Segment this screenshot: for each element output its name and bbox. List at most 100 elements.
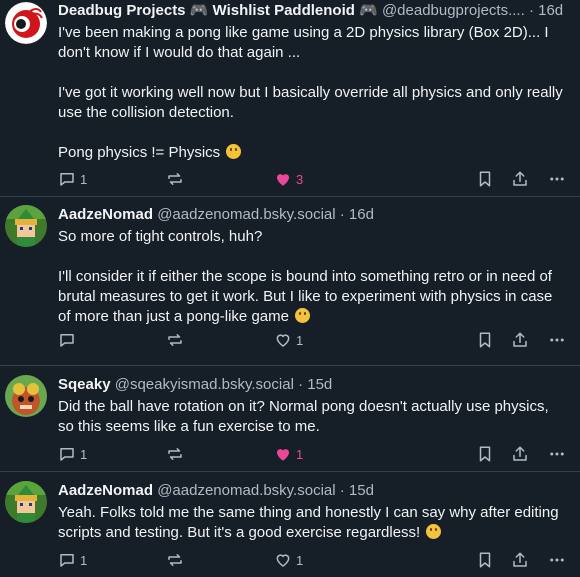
separator: ·	[528, 2, 534, 19]
post-paragraph: I've got it working well now but I basic…	[58, 84, 563, 121]
reply-button[interactable]: 1	[58, 551, 87, 569]
post-paragraph: Yeah. Folks told me the same thing and h…	[58, 504, 559, 541]
more-dots-icon	[550, 558, 564, 562]
separator: ·	[298, 376, 304, 393]
grin-emoji-icon	[426, 524, 442, 539]
avatar[interactable]	[5, 481, 47, 523]
reply-button[interactable]	[58, 331, 80, 349]
thread-feed: Deadbug Projects 🎮 Wishlist Paddlenoid 🎮…	[0, 0, 580, 577]
post-paragraph: So more of tight controls, huh?	[58, 228, 263, 245]
bookmark-button[interactable]	[476, 331, 494, 349]
squirrel-avatar	[5, 375, 47, 417]
more-options-button[interactable]	[547, 445, 567, 463]
more-options-button[interactable]	[547, 331, 567, 349]
bookmark-icon	[479, 171, 491, 187]
action-bar: 1 1	[58, 549, 568, 571]
post[interactable]: AadzeNomad @aadzenomad.bsky.social · 15d…	[0, 472, 580, 577]
separator: ·	[339, 482, 345, 499]
like-count: 1	[296, 446, 304, 462]
author-name[interactable]: AadzeNomad	[58, 482, 153, 499]
post-text: So more of tight controls, huh? I'll con…	[58, 227, 568, 327]
share-button[interactable]	[511, 551, 529, 569]
post[interactable]: AadzeNomad @aadzenomad.bsky.social · 16d…	[0, 197, 580, 366]
reply-count: 1	[80, 552, 88, 568]
like-button[interactable]: 1	[274, 331, 303, 349]
post[interactable]: Sqeaky @sqeakyismad.bsky.social · 15d Di…	[0, 366, 580, 472]
post-text: Yeah. Folks told me the same thing and h…	[58, 503, 568, 543]
repost-icon	[168, 173, 182, 185]
author-name[interactable]: AadzeNomad	[58, 206, 153, 223]
author-handle[interactable]: @aadzenomad.bsky.social	[157, 482, 335, 499]
author-name[interactable]: Sqeaky	[58, 376, 111, 393]
share-button[interactable]	[511, 331, 529, 349]
share-button[interactable]	[511, 445, 529, 463]
reply-button[interactable]: 1	[58, 445, 87, 463]
more-options-button[interactable]	[547, 170, 567, 188]
author-name[interactable]: Deadbug Projects 🎮 Wishlist Paddlenoid 🎮	[58, 2, 378, 19]
share-icon	[513, 446, 527, 461]
bookmark-icon	[479, 446, 491, 462]
share-button[interactable]	[511, 170, 529, 188]
more-dots-icon	[550, 452, 564, 456]
heart-outline-icon	[276, 334, 290, 347]
reply-icon	[60, 448, 74, 461]
reply-icon	[60, 334, 74, 347]
deadbug-logo	[5, 2, 47, 44]
yum-emoji-icon	[295, 308, 311, 323]
share-icon	[513, 171, 527, 186]
reply-icon	[60, 554, 74, 567]
bookmark-button[interactable]	[476, 551, 494, 569]
reply-icon	[60, 173, 74, 186]
pixel-avatar	[5, 481, 47, 523]
repost-icon	[168, 554, 182, 566]
reply-button[interactable]: 1	[58, 170, 87, 188]
like-button[interactable]: 3	[274, 170, 303, 188]
reply-count: 1	[80, 446, 88, 462]
repost-button[interactable]	[166, 551, 184, 569]
author-handle[interactable]: @sqeakyismad.bsky.social	[115, 376, 294, 393]
post-time[interactable]: 16d	[349, 206, 374, 223]
more-dots-icon	[550, 338, 564, 342]
post-text: I've been making a pong like game using …	[58, 23, 568, 163]
post-paragraph: Pong physics != Physics	[58, 144, 221, 161]
pixel-avatar	[5, 205, 47, 247]
post[interactable]: Deadbug Projects 🎮 Wishlist Paddlenoid 🎮…	[0, 0, 580, 197]
post-header: Sqeaky @sqeakyismad.bsky.social · 15d	[58, 375, 568, 395]
post-time[interactable]: 15d	[349, 482, 374, 499]
like-button[interactable]: 1	[274, 445, 303, 463]
post-paragraph: I've been making a pong like game using …	[58, 24, 549, 61]
author-handle[interactable]: @deadbugprojects....	[382, 2, 525, 19]
repost-icon	[168, 448, 182, 460]
action-bar: 1	[58, 329, 568, 351]
like-count: 3	[296, 171, 304, 187]
repost-icon	[168, 334, 182, 346]
like-button[interactable]: 1	[274, 551, 303, 569]
avatar[interactable]	[5, 2, 47, 44]
post-time[interactable]: 15d	[307, 376, 332, 393]
avatar[interactable]	[5, 375, 47, 417]
heart-filled-icon	[277, 174, 289, 186]
repost-button[interactable]	[166, 445, 184, 463]
heart-filled-icon	[277, 449, 289, 461]
bookmark-button[interactable]	[476, 445, 494, 463]
bookmark-button[interactable]	[476, 170, 494, 188]
like-count: 1	[296, 332, 304, 348]
reply-count: 1	[80, 171, 88, 187]
bookmark-icon	[479, 332, 491, 348]
repost-button[interactable]	[166, 331, 184, 349]
post-time[interactable]: 16d	[538, 2, 563, 19]
action-bar: 1 1	[58, 443, 568, 465]
like-count: 1	[296, 552, 304, 568]
post-paragraph: Did the ball have rotation on it? Normal…	[58, 398, 549, 435]
more-options-button[interactable]	[547, 551, 567, 569]
separator: ·	[339, 206, 345, 223]
post-header: AadzeNomad @aadzenomad.bsky.social · 15d	[58, 481, 568, 501]
share-icon	[513, 552, 527, 567]
author-handle[interactable]: @aadzenomad.bsky.social	[157, 206, 335, 223]
smile-emoji-icon	[226, 144, 242, 159]
avatar[interactable]	[5, 205, 47, 247]
share-icon	[513, 332, 527, 347]
post-header: AadzeNomad @aadzenomad.bsky.social · 16d	[58, 205, 568, 225]
repost-button[interactable]	[166, 170, 184, 188]
heart-outline-icon	[276, 554, 290, 567]
